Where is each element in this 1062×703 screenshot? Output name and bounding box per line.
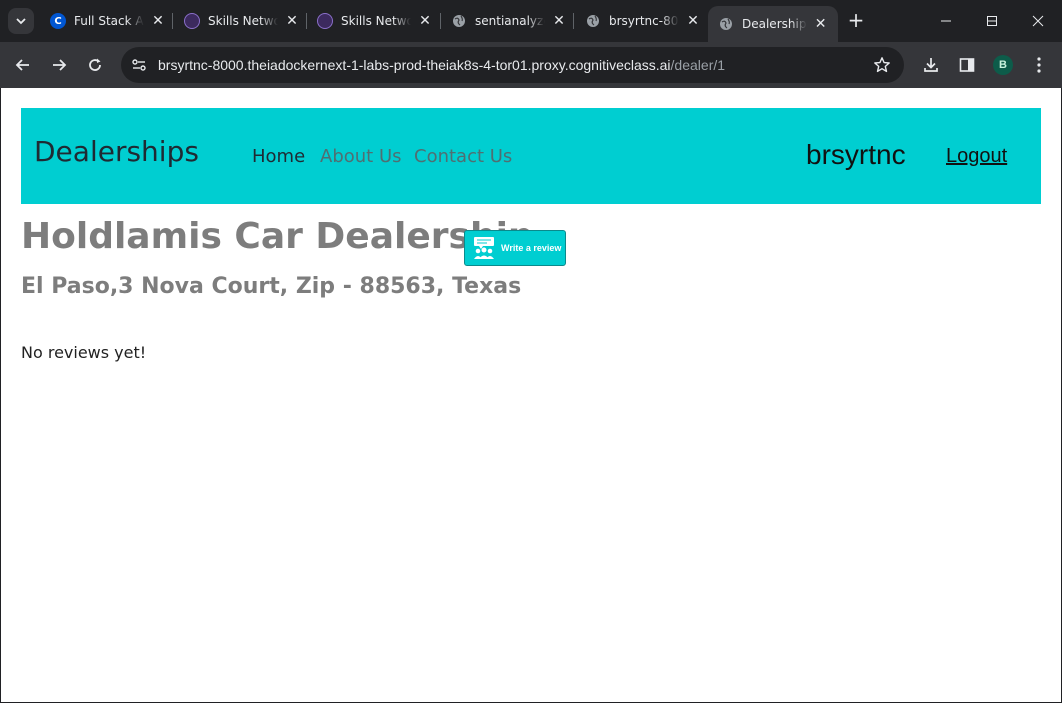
profile-button[interactable]: B <box>989 51 1017 79</box>
minimize-button[interactable] <box>923 0 969 42</box>
navbar-brand[interactable]: Dealerships <box>34 135 199 168</box>
back-button[interactable] <box>9 51 37 79</box>
nav-link-contact[interactable]: Contact Us <box>414 146 512 167</box>
download-icon <box>924 58 938 72</box>
dealer-address: El Paso,3 Nova Court, Zip - 88563, Texas <box>21 274 522 299</box>
url-host: brsyrtnc-8000.theiadockernext-1-labs-pro… <box>158 57 671 73</box>
tab-title: Dealership Review <box>742 17 807 31</box>
nav-link-about[interactable]: About Us <box>320 146 402 167</box>
maximize-button[interactable] <box>969 0 1015 42</box>
downloads-button[interactable] <box>917 51 945 79</box>
reload-button[interactable] <box>81 51 109 79</box>
forward-button[interactable] <box>45 51 73 79</box>
dealer-name-heading: Holdlamis Car Dealership <box>21 216 534 257</box>
tab-title: Skills Network <box>208 14 278 28</box>
side-panel-icon <box>959 58 975 72</box>
url-path: /dealer/1 <box>670 57 726 73</box>
logged-in-username: brsyrtnc <box>806 139 906 170</box>
write-review-label: Write a review <box>501 243 562 253</box>
tab-title: sentianalyzer <box>475 14 545 28</box>
tab-title: Skills Network <box>341 14 411 28</box>
new-tab-button[interactable]: + <box>846 10 866 32</box>
skills-network-icon <box>317 13 333 29</box>
page-viewport: Dealerships Home About Us Contact Us brs… <box>1 88 1061 702</box>
browser-toolbar: brsyrtnc-8000.theiadockernext-1-labs-pro… <box>0 42 1062 88</box>
tab-search-button[interactable] <box>8 8 34 34</box>
tab-title: brsyrtnc-8000 <box>609 14 679 28</box>
browser-tab[interactable]: C Full Stack Application ✕ <box>40 7 176 35</box>
arrow-right-icon <box>53 59 67 71</box>
side-panel-button[interactable] <box>953 51 981 79</box>
kebab-menu-icon <box>1037 57 1041 73</box>
write-review-button[interactable]: Write a review <box>464 230 566 266</box>
chevron-down-icon <box>16 18 26 25</box>
reload-icon <box>89 58 101 71</box>
close-icon[interactable]: ✕ <box>417 13 433 29</box>
close-icon <box>1032 15 1044 27</box>
maximize-icon <box>987 16 997 26</box>
address-bar[interactable]: brsyrtnc-8000.theiadockernext-1-labs-pro… <box>121 47 904 83</box>
avatar: B <box>993 55 1013 75</box>
coursera-icon: C <box>50 13 66 29</box>
close-window-button[interactable] <box>1015 0 1061 42</box>
skills-network-icon <box>184 13 200 29</box>
browser-menu-button[interactable] <box>1025 51 1053 79</box>
bookmark-star-icon[interactable] <box>872 55 892 75</box>
logout-link[interactable]: Logout <box>946 145 1007 168</box>
globe-icon <box>585 13 601 29</box>
browser-tab-active[interactable]: Dealership Review ✕ <box>708 6 838 42</box>
close-icon[interactable]: ✕ <box>813 16 828 32</box>
tab-title: Full Stack Application <box>74 14 144 28</box>
arrow-left-icon <box>15 59 29 71</box>
minimize-icon <box>941 20 951 22</box>
no-reviews-message: No reviews yet! <box>21 343 147 362</box>
close-icon[interactable]: ✕ <box>685 13 701 29</box>
url-text: brsyrtnc-8000.theiadockernext-1-labs-pro… <box>158 57 725 73</box>
nav-link-home[interactable]: Home <box>252 146 305 167</box>
browser-tab-strip: C Full Stack Application ✕ Skills Networ… <box>0 0 1062 42</box>
browser-tab[interactable]: brsyrtnc-8000 ✕ <box>575 7 711 35</box>
tab-divider <box>172 13 173 29</box>
tab-divider <box>573 13 574 29</box>
review-people-icon <box>474 237 494 259</box>
site-settings-icon[interactable] <box>129 55 149 75</box>
close-icon[interactable]: ✕ <box>150 13 166 29</box>
browser-tab[interactable]: Skills Network ✕ <box>174 7 310 35</box>
close-icon[interactable]: ✕ <box>551 13 567 29</box>
browser-tab[interactable]: sentianalyzer ✕ <box>441 7 577 35</box>
site-navbar: Dealerships Home About Us Contact Us brs… <box>21 108 1041 204</box>
browser-tab[interactable]: Skills Network ✕ <box>307 7 443 35</box>
globe-icon <box>718 16 734 32</box>
close-icon[interactable]: ✕ <box>284 13 300 29</box>
globe-icon <box>451 13 467 29</box>
